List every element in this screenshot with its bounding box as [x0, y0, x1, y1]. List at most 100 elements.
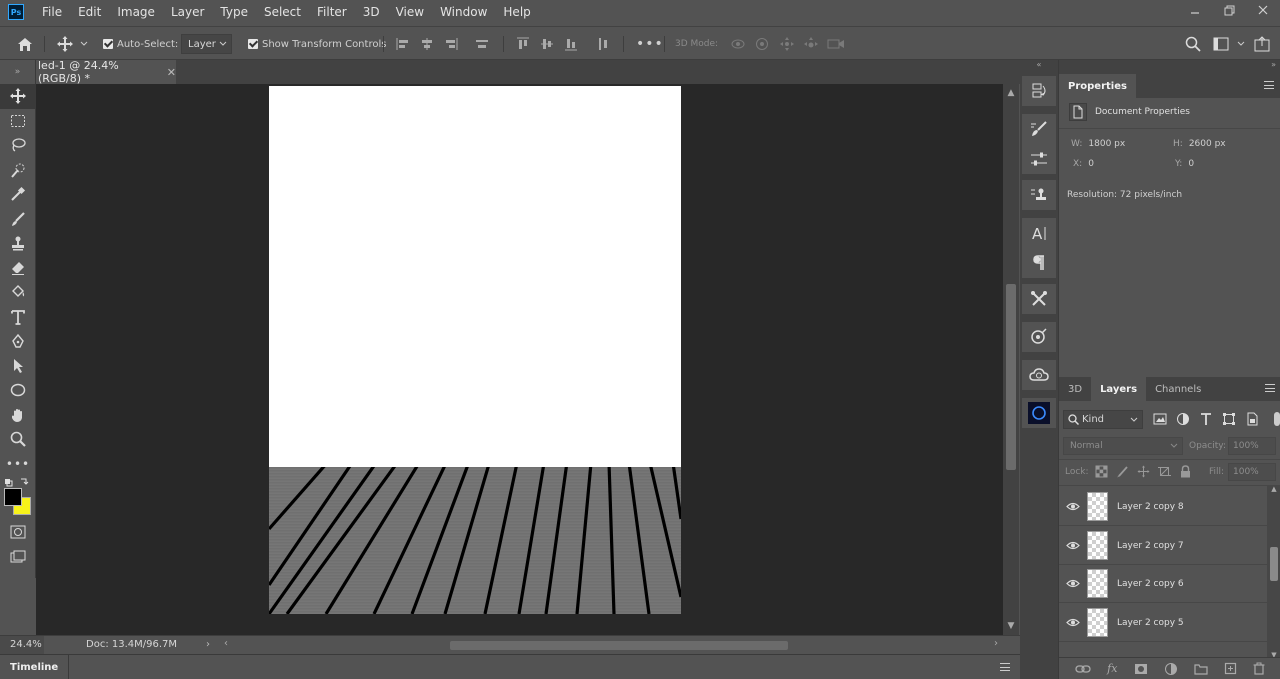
chevron-down-icon[interactable] [1237, 27, 1245, 61]
clone-source-icon[interactable] [1022, 180, 1056, 210]
lock-position-icon[interactable] [1137, 465, 1150, 478]
eyedropper-tool-icon[interactable] [0, 182, 36, 207]
layer-style-icon[interactable]: fx [1107, 662, 1117, 675]
type-tool-icon[interactable] [0, 305, 36, 330]
filter-smart-object-icon[interactable] [1245, 412, 1259, 426]
align-middle-v-icon[interactable] [540, 27, 554, 61]
vertical-scroll-thumb[interactable] [1006, 284, 1016, 470]
align-right-icon[interactable] [444, 27, 458, 61]
auto-select-checkbox[interactable]: Auto-Select: [103, 27, 178, 61]
more-tools-icon[interactable]: ••• [0, 452, 36, 477]
document-tab[interactable]: led-1 @ 24.4% (RGB/8) * ✕ [36, 59, 176, 85]
tab-properties[interactable]: Properties [1059, 74, 1136, 98]
menu-select[interactable]: Select [264, 5, 301, 19]
y-field[interactable]: Y: 0 [1175, 159, 1194, 169]
menu-layer[interactable]: Layer [171, 5, 204, 19]
layer-row[interactable]: Layer 2 copy 7 [1059, 527, 1267, 565]
layers-scrollbar[interactable]: ▲ ▼ [1267, 485, 1280, 659]
more-options-icon[interactable]: ••• [636, 27, 664, 61]
menu-type[interactable]: Type [220, 5, 248, 19]
menu-view[interactable]: View [396, 5, 424, 19]
foreground-color-swatch[interactable] [4, 488, 22, 506]
adjustments-icon[interactable] [1022, 144, 1056, 174]
stamp-tool-icon[interactable] [0, 231, 36, 256]
lock-image-icon[interactable] [1116, 465, 1129, 478]
layers-menu-icon[interactable] [1265, 384, 1275, 392]
libraries-icon[interactable] [1022, 360, 1056, 390]
path-selection-tool-icon[interactable] [0, 354, 36, 379]
menu-filter[interactable]: Filter [317, 5, 347, 19]
paragraph-icon[interactable] [1022, 248, 1056, 278]
new-group-icon[interactable] [1194, 663, 1208, 675]
new-layer-icon[interactable] [1224, 662, 1237, 675]
menu-window[interactable]: Window [440, 5, 487, 19]
pen-tool-icon[interactable] [0, 329, 36, 354]
collapse-right-icon[interactable]: » [1059, 60, 1280, 74]
menu-edit[interactable]: Edit [78, 5, 101, 19]
distribute-v-icon[interactable] [596, 27, 610, 61]
properties-menu-icon[interactable] [1264, 81, 1274, 89]
fill-field[interactable]: 100% [1228, 463, 1276, 481]
search-icon[interactable] [1185, 27, 1201, 61]
width-field[interactable]: W: 1800 px [1071, 139, 1125, 149]
zoom-tool-icon[interactable] [0, 427, 36, 452]
lasso-tool-icon[interactable] [0, 133, 36, 158]
show-transform-checkbox[interactable]: Show Transform Controls [248, 27, 386, 61]
layer-row[interactable]: Layer 2 copy 6 [1059, 565, 1267, 603]
menu-file[interactable]: File [42, 5, 62, 19]
align-bottom-icon[interactable] [564, 27, 578, 61]
canvas-area[interactable] [36, 84, 1003, 635]
lock-all-icon[interactable] [1179, 465, 1192, 478]
align-center-h-icon[interactable] [420, 27, 434, 61]
menu-3d[interactable]: 3D [363, 5, 380, 19]
layer-filter-dropdown[interactable]: Kind [1063, 410, 1143, 429]
brush-settings-icon[interactable] [1022, 114, 1056, 144]
hand-tool-icon[interactable] [0, 403, 36, 428]
document-canvas[interactable] [269, 86, 681, 614]
plugin-icon[interactable] [1022, 398, 1056, 428]
layer-mask-icon[interactable] [1134, 663, 1148, 675]
align-top-icon[interactable] [516, 27, 530, 61]
eraser-tool-icon[interactable] [0, 256, 36, 281]
filter-shape-icon[interactable] [1222, 412, 1236, 426]
align-left-icon[interactable] [396, 27, 410, 61]
horizontal-scroll-thumb[interactable] [450, 641, 788, 650]
quick-selection-tool-icon[interactable] [0, 158, 36, 183]
scroll-left-icon[interactable]: ‹ [224, 638, 228, 649]
history-icon[interactable] [1022, 76, 1056, 106]
quick-mask-icon[interactable] [0, 520, 36, 545]
status-menu-arrow-icon[interactable]: › [206, 639, 210, 650]
height-field[interactable]: H: 2600 px [1173, 139, 1226, 149]
lock-artboard-icon[interactable] [1158, 465, 1171, 478]
scroll-up-icon[interactable]: ▲ [1003, 88, 1019, 98]
tab-layers[interactable]: Layers [1091, 377, 1147, 401]
marquee-tool-icon[interactable] [0, 109, 36, 134]
move-tool-preset-icon[interactable] [56, 27, 74, 61]
x-field[interactable]: X: 0 [1073, 159, 1094, 169]
visibility-eye-icon[interactable] [1059, 541, 1087, 550]
learn-icon[interactable] [1022, 322, 1056, 352]
menu-help[interactable]: Help [503, 5, 530, 19]
minimize-icon[interactable] [1178, 0, 1212, 20]
ellipse-tool-icon[interactable] [0, 378, 36, 403]
zoom-level[interactable]: 24.4% [0, 635, 44, 654]
collapse-panel-icon[interactable]: » [0, 60, 35, 84]
chevron-down-icon[interactable] [80, 27, 88, 61]
opacity-field[interactable]: 100% [1228, 437, 1276, 455]
character-icon[interactable]: A [1022, 218, 1056, 248]
screen-mode-icon[interactable] [0, 545, 36, 570]
distribute-icon[interactable] [475, 27, 489, 61]
auto-select-target-dropdown[interactable]: Layer [181, 34, 232, 54]
blend-mode-dropdown[interactable]: Normal [1063, 437, 1183, 455]
link-layers-icon[interactable] [1075, 664, 1091, 674]
tab-channels[interactable]: Channels [1146, 377, 1210, 401]
visibility-eye-icon[interactable] [1059, 579, 1087, 588]
layer-row[interactable] [1059, 643, 1267, 657]
scroll-down-icon[interactable]: ▼ [1003, 621, 1019, 631]
filter-adjustment-icon[interactable] [1176, 412, 1190, 426]
restore-icon[interactable] [1212, 0, 1246, 20]
layers-scroll-thumb[interactable] [1270, 547, 1278, 581]
delete-layer-icon[interactable] [1253, 662, 1265, 675]
home-icon[interactable] [16, 27, 34, 61]
visibility-eye-icon[interactable] [1059, 502, 1087, 511]
